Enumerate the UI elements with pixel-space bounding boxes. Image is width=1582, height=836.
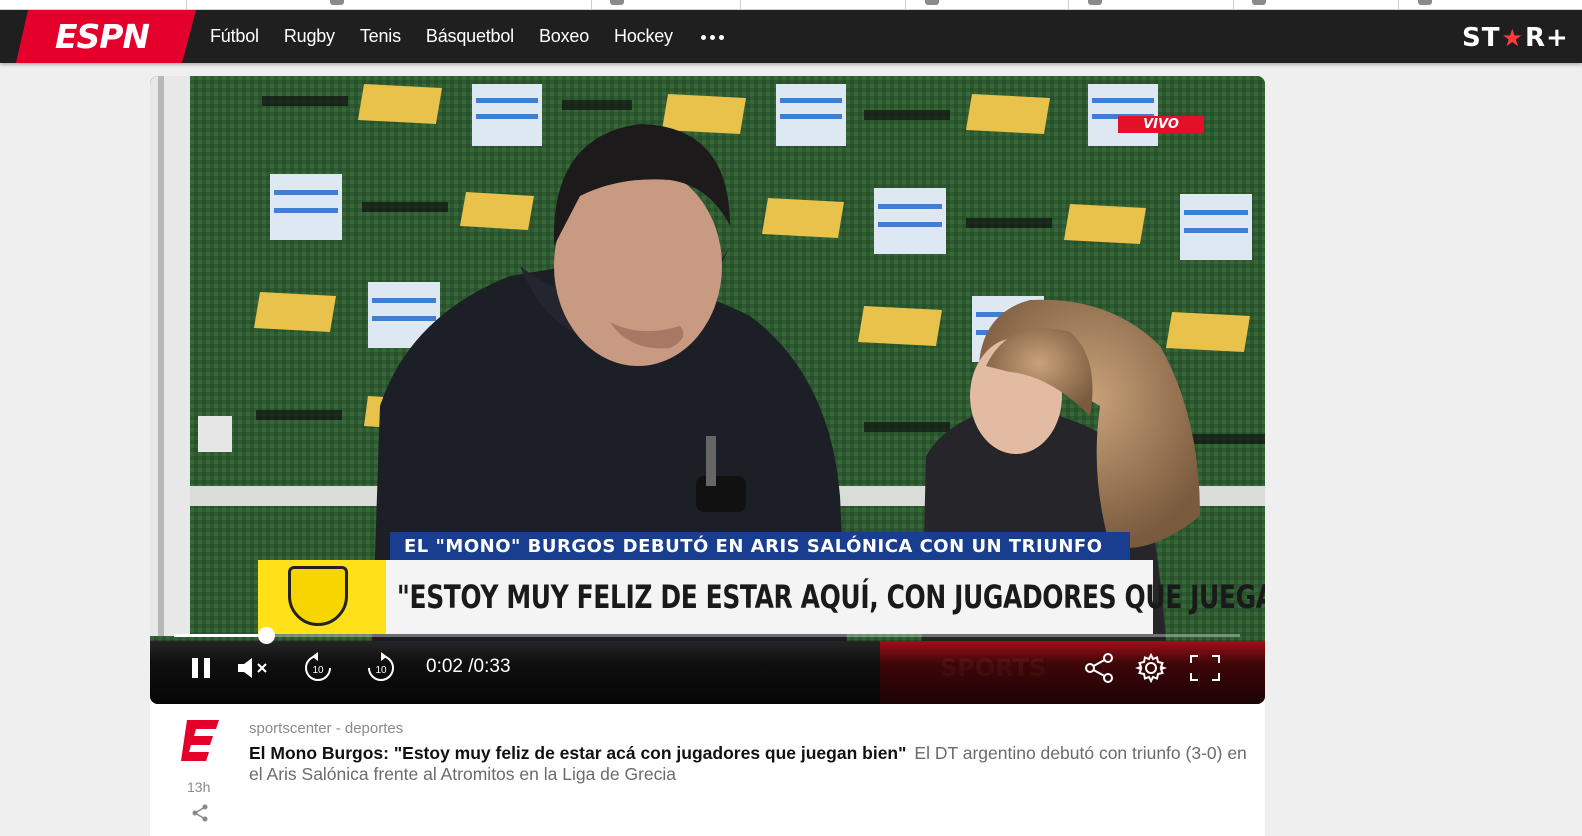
star-plus-logo[interactable]: ST ★ R+: [1462, 23, 1569, 53]
score-divider: [1398, 0, 1399, 9]
lower-third-headline: EL "MONO" BURGOS DEBUTÓ EN ARIS SALÓNICA…: [390, 532, 1130, 562]
rewind-seconds-label: 10: [312, 665, 324, 676]
team-logo-icon[interactable]: [1252, 0, 1266, 5]
nav-item-basquetbol[interactable]: Básquetbol: [426, 26, 514, 47]
team-logo-icon[interactable]: [610, 0, 624, 5]
progress-scrubber[interactable]: [257, 627, 275, 644]
current-time: 0:02: [426, 656, 463, 677]
progress-fill: [174, 634, 266, 637]
score-divider: [1233, 0, 1234, 9]
share-icon[interactable]: [1083, 652, 1115, 684]
volume-muted-icon[interactable]: [236, 656, 272, 680]
nav-item-hockey[interactable]: Hockey: [614, 26, 673, 47]
lower-third-quote-box: "ESTOY MUY FELIZ DE ESTAR AQUÍ, CON JUGA…: [258, 560, 1265, 634]
team-logo-icon[interactable]: [925, 0, 939, 5]
settings-gear-icon[interactable]: [1135, 652, 1167, 684]
more-dots-icon[interactable]: [700, 27, 726, 47]
forward-10-icon[interactable]: 10: [365, 652, 397, 684]
article-source[interactable]: sportscenter - deportes: [249, 720, 403, 737]
fullscreen-icon[interactable]: [1189, 654, 1221, 682]
score-divider: [1068, 0, 1069, 9]
nav-item-tenis[interactable]: Tenis: [360, 26, 401, 47]
live-badge: VIVO: [1118, 116, 1204, 133]
star-icon: ★: [1501, 24, 1524, 52]
pause-icon[interactable]: [190, 656, 212, 680]
article-title[interactable]: El Mono Burgos: "Estoy muy feliz de esta…: [249, 743, 906, 763]
nav-item-rugby[interactable]: Rugby: [284, 26, 335, 47]
star-plus-text-left: ST: [1462, 23, 1501, 53]
video-player[interactable]: SPORTS VIVO EL "MONO" BURGOS DEBUTÓ EN A…: [150, 76, 1265, 704]
time-display: 0:02 /0:33: [426, 656, 511, 678]
scores-strip: [0, 0, 1582, 10]
score-divider: [740, 0, 741, 9]
nav-item-boxeo[interactable]: Boxeo: [539, 26, 589, 47]
forward-seconds-label: 10: [375, 665, 387, 676]
progress-bar[interactable]: [174, 627, 1240, 644]
score-divider: [591, 0, 592, 9]
sport-nav: Fútbol Rugby Tenis Básquetbol Boxeo Hock…: [210, 10, 698, 63]
espn-logo-text: ESPN: [55, 17, 149, 56]
duration: 0:33: [473, 656, 511, 677]
lower-third-quote: "ESTOY MUY FELIZ DE ESTAR AQUÍ, CON JUGA…: [396, 578, 1265, 616]
article-timestamp: 13h: [187, 779, 211, 795]
score-divider: [905, 0, 906, 9]
star-plus-text-right: R+: [1524, 23, 1569, 53]
club-crest-icon: [258, 560, 386, 634]
rewind-10-icon[interactable]: 10: [302, 652, 334, 684]
article-share-icon[interactable]: [190, 803, 210, 828]
top-navbar: ESPN Fútbol Rugby Tenis Básquetbol Boxeo…: [0, 10, 1582, 63]
score-divider: [186, 0, 187, 9]
team-logo-icon[interactable]: [330, 0, 344, 5]
espn-e-logo-icon[interactable]: [181, 720, 219, 762]
nav-item-futbol[interactable]: Fútbol: [210, 26, 259, 47]
espn-logo[interactable]: ESPN: [16, 10, 196, 63]
team-logo-icon[interactable]: [1418, 0, 1432, 5]
team-logo-icon[interactable]: [1088, 0, 1102, 5]
article-body[interactable]: El Mono Burgos: "Estoy muy feliz de esta…: [249, 743, 1249, 785]
